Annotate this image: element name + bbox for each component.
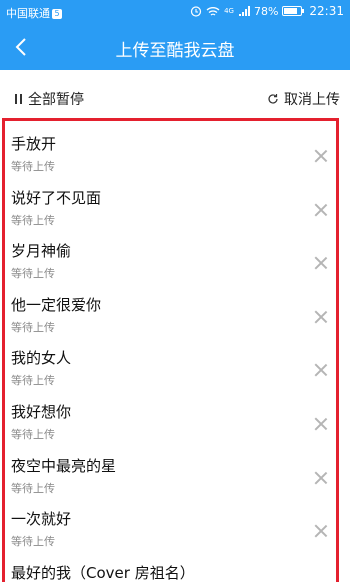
nav-bar: 上传至酷我云盘 — [0, 24, 350, 70]
refresh-icon — [268, 94, 278, 104]
upload-status: 等待上传 — [11, 535, 55, 549]
list-item: 手放开 等待上传 — [5, 121, 336, 175]
cancel-upload-label: 取消上传 — [284, 92, 340, 108]
song-title: 手放开 — [11, 135, 57, 153]
battery-icon — [282, 6, 305, 16]
status-bar: 中国联通 5 4G 78% 22:31 — [0, 0, 350, 24]
close-icon[interactable] — [314, 417, 328, 431]
battery-percent: 78% — [253, 4, 279, 18]
song-title: 夜空中最亮的星 — [11, 456, 117, 475]
pause-icon — [15, 94, 22, 104]
song-title: 说好了不见面 — [11, 188, 102, 207]
song-title: 他一定很爱你 — [11, 295, 102, 314]
carrier-info: 中国联通 5 — [6, 5, 62, 21]
pause-all-button[interactable]: 全部暂停 — [15, 89, 84, 109]
upload-status: 等待上传 — [11, 481, 55, 495]
page-title: 上传至酷我云盘 — [115, 41, 235, 61]
upload-list: 手放开 等待上传 说好了不见面 等待上传 岁月神偷 等待上传 他一定很爱你 等待… — [2, 118, 339, 582]
list-item: 我好想你 等待上传 — [5, 389, 336, 443]
upload-toolbar: 全部暂停 取消上传 — [0, 70, 350, 118]
list-item: 说好了不见面 等待上传 — [5, 175, 336, 229]
wifi-icon — [206, 6, 220, 16]
status-icons: 4G 78% 22:31 — [190, 4, 344, 18]
signal-icon — [238, 5, 250, 16]
list-item: 我的女人 等待上传 — [5, 335, 336, 389]
upload-status: 等待上传 — [11, 267, 55, 281]
upload-status: 等待上传 — [11, 213, 55, 227]
list-item: 他一定很爱你 等待上传 — [5, 282, 336, 336]
list-item: 夜空中最亮的星 等待上传 — [5, 443, 336, 497]
list-item: 最好的我（Cover 房祖名） — [5, 550, 336, 582]
song-title: 最好的我（Cover 房祖名） — [11, 563, 195, 582]
carrier-badge: 5 — [52, 9, 62, 19]
list-item: 岁月神偷 等待上传 — [5, 228, 336, 282]
upload-status: 等待上传 — [11, 374, 55, 388]
close-icon[interactable] — [314, 363, 328, 377]
close-icon[interactable] — [314, 524, 328, 538]
upload-status: 等待上传 — [11, 427, 55, 441]
close-icon[interactable] — [314, 203, 328, 217]
list-item: 一次就好 等待上传 — [5, 496, 336, 550]
song-title: 我好想你 — [11, 402, 72, 421]
upload-status: 等待上传 — [11, 320, 55, 334]
network-type: 4G — [224, 7, 234, 15]
cancel-upload-button[interactable]: 取消上传 — [267, 89, 340, 109]
close-icon[interactable] — [314, 149, 328, 163]
close-icon[interactable] — [314, 310, 328, 324]
carrier-name: 中国联通 — [6, 7, 50, 20]
song-title: 一次就好 — [11, 510, 72, 529]
pause-all-label: 全部暂停 — [28, 92, 84, 108]
upload-status: 等待上传 — [11, 160, 55, 173]
song-title: 岁月神偷 — [11, 242, 72, 261]
status-time: 22:31 — [309, 4, 344, 18]
song-title: 我的女人 — [11, 349, 72, 368]
alarm-icon — [190, 6, 202, 17]
close-icon[interactable] — [314, 256, 328, 270]
close-icon[interactable] — [314, 471, 328, 485]
